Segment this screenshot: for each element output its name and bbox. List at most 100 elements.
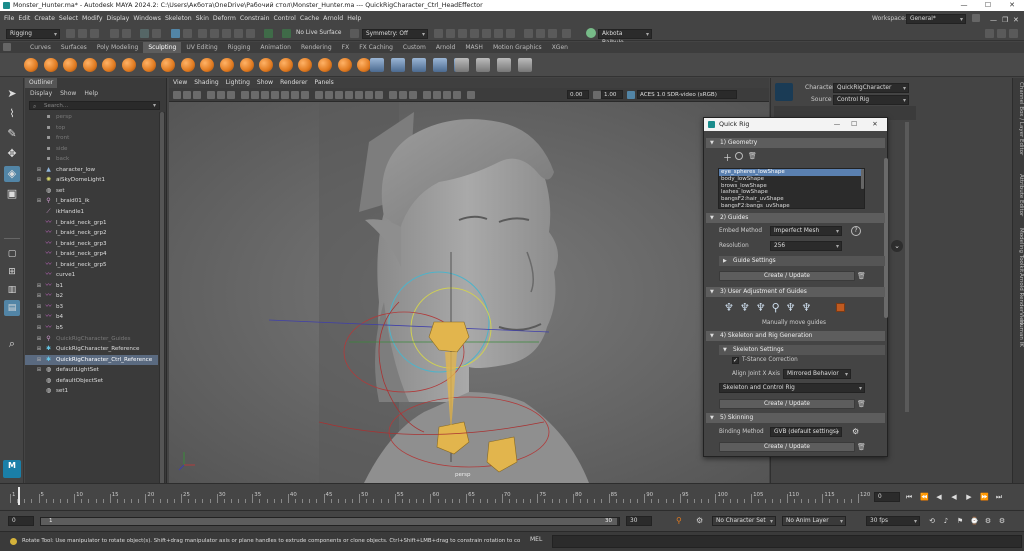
screen-space-ao-icon[interactable] [389,91,397,99]
user-account-dropdown[interactable]: Akbota Baibulo... [598,29,652,46]
outliner-item-quickrigcharacter-ctrl-reference[interactable]: ⊞ ✱ QuickRigCharacter_Ctrl_Reference [25,354,158,366]
transfer-attributes-icon[interactable] [412,58,426,72]
viewport-menu-show[interactable]: Show [257,79,273,86]
wax-brush-icon[interactable] [220,58,234,72]
outliner-item-ikhandle1[interactable]: ⟋ ikHandle1 [25,207,158,218]
sculpt-settings-icon[interactable] [391,58,405,72]
outliner-item-top[interactable]: ▪ top [25,123,158,134]
viewport-menu-shading[interactable]: Shading [194,79,218,86]
guide-adjust-icons[interactable]: ♆♆♆⚲♆♆ [724,301,817,314]
binding-method-dropdown[interactable]: GVB (default settings) [770,427,842,437]
anim-prefs-icon[interactable]: ⚙ [696,516,703,525]
backface-culling-icon[interactable] [453,91,461,99]
step-back-frame-icon[interactable]: ◀︎ [935,493,943,501]
shelf-tab-uv-editing[interactable]: UV Editing [181,42,222,53]
character-set-dropdown[interactable]: No Character Set [712,516,776,526]
menu-select[interactable]: Select [59,15,78,22]
shelf-tab-animation[interactable]: Animation [255,42,296,53]
snap-point-icon[interactable] [222,29,231,38]
viewport-panel[interactable]: View Shading Lighting Show Renderer Panels 0.… [169,78,769,483]
construction-history-icon[interactable] [282,29,291,38]
outliner-item-l-braid01-ik[interactable]: ⊞ ⚲ l_braid01_ik [25,196,158,207]
geometry-list-item[interactable]: eye_spheres_lowShape [719,169,864,176]
geometry-list-item[interactable]: lashes_lowShape [719,189,864,196]
cache-icon[interactable]: ⚙ [984,517,992,525]
time-slider[interactable]: 1 5 10 15 20 25 30 35 40 45 50 55 60 65 70 75 80 85 90 95 10… [0,483,1024,509]
scrape-brush-icon[interactable] [239,58,254,72]
delete-skeleton-icon[interactable]: 🗑 [857,400,866,408]
outliner-item-defaultobjectset[interactable]: ◍ defaultObjectSet [25,376,158,387]
outliner-item-set[interactable]: ◍ set [25,186,158,197]
maximize-button[interactable]: ☐ [976,0,1000,11]
expand-toggle-icon[interactable]: ⊞ [36,196,42,207]
timeline-track[interactable]: 1 5 10 15 20 25 30 35 40 45 50 55 60 65 70 75 80 85 90 95 10… [8,487,870,507]
outliner-item-persp[interactable]: ▪ persp [25,112,158,123]
safe-title-icon[interactable] [301,91,309,99]
light-editor-icon[interactable] [506,29,515,38]
open-scene-icon[interactable] [78,29,87,38]
menu-edit[interactable]: Edit [18,15,30,22]
knife-brush-icon[interactable] [278,58,293,72]
skeleton-section-header[interactable]: 4) Skeleton and Rig Generation [706,331,885,341]
four-view-icon[interactable]: ⊞ [4,264,20,280]
shelf-tab-sculpting[interactable]: Sculpting [143,42,182,53]
workspace-dropdown[interactable]: General* [906,14,966,24]
smooth-brush-icon[interactable] [43,58,58,72]
preferences-icon[interactable]: ⚙ [998,517,1006,525]
motion-blur-icon[interactable] [399,91,407,99]
wireframe-on-shaded-icon[interactable] [345,91,353,99]
shelf-tab-rigging[interactable]: Rigging [223,42,256,53]
bookmark-icon[interactable]: ⚑ [956,517,964,525]
flatten-brush-icon[interactable] [122,58,136,72]
outliner-item-aiskydomelight1[interactable]: ⊞ ✺ aiSkyDomeLight1 [25,175,158,186]
outliner-item-set1[interactable]: ◍ set1 [25,386,158,397]
select-by-hierarchy-icon[interactable] [140,29,149,38]
isolate-select-icon[interactable] [423,91,431,99]
guide-settings-header[interactable]: Guide Settings [719,256,885,266]
reduce-mesh-icon[interactable] [518,58,532,72]
single-perspective-view-icon[interactable]: ▢ [4,246,20,262]
skinning-create-update-button[interactable]: Create / Update [719,442,855,452]
outliner-item-quickrigcharacter-guides[interactable]: ⊞ ⚲ QuickRigCharacter_Guides [25,334,158,345]
menu-cache[interactable]: Cache [300,15,319,22]
shelf-tab-surfaces[interactable]: Surfaces [56,42,92,53]
bookmarks-icon[interactable] [193,91,201,99]
ipr-render-icon[interactable] [446,29,455,38]
expand-toggle-icon[interactable]: ⊞ [36,344,42,355]
xray-icon[interactable] [433,91,441,99]
expand-toggle-icon[interactable]: ⊞ [36,323,42,334]
side-tab-modeling-toolkit[interactable]: Modeling Toolkit [1014,228,1024,272]
view-transform-dropdown[interactable]: ACES 1.0 SDR-video (sRGB) [637,90,737,99]
source-dropdown[interactable]: Control Rig [833,95,909,105]
shelf-tab-rendering[interactable]: Rendering [296,42,337,53]
outliner-menu-display[interactable]: Display [30,90,52,97]
geometry-list-item[interactable]: body_lowShape [719,176,864,183]
menu-display[interactable]: Display [107,15,130,22]
pinch-brush-icon[interactable] [102,58,117,72]
menu-control[interactable]: Control [274,15,296,22]
expand-toggle-icon[interactable]: ⊞ [36,175,42,186]
outliner-item-side[interactable]: ▪ side [25,144,158,155]
expand-toggle-icon[interactable]: ⊞ [36,291,42,302]
persp-outliner-layout-icon[interactable]: ▥ [4,282,20,298]
smooth-shade-icon[interactable] [325,91,333,99]
skeleton-mode-dropdown[interactable]: Skeleton and Control Rig [719,383,865,393]
play-forwards-icon[interactable]: ▶ [965,493,973,501]
gate-mask-icon[interactable] [271,91,279,99]
menuset-dropdown[interactable]: Rigging [6,29,60,39]
textured-icon[interactable] [355,91,363,99]
go-to-start-icon[interactable]: ⏮ [905,493,913,501]
render-icon[interactable] [434,29,443,38]
film-gate-icon[interactable] [251,91,259,99]
help-icon[interactable]: ? [851,226,861,236]
shelf-tab-fx[interactable]: FX [337,42,355,53]
geometry-list-scrollbar[interactable] [861,169,864,189]
xgen-icon[interactable] [536,29,545,38]
character-dropdown[interactable]: QuickRigCharacter [833,83,909,93]
paint-select-tool-icon[interactable]: ✎ [4,126,20,142]
shelf-tab-mash[interactable]: MASH [460,42,488,53]
shelf-tab-poly-modeling[interactable]: Poly Modeling [92,42,144,53]
expand-toggle-icon[interactable]: ⊞ [36,334,42,345]
script-language-label[interactable]: MEL [530,536,542,543]
spray-brush-icon[interactable] [161,58,176,72]
